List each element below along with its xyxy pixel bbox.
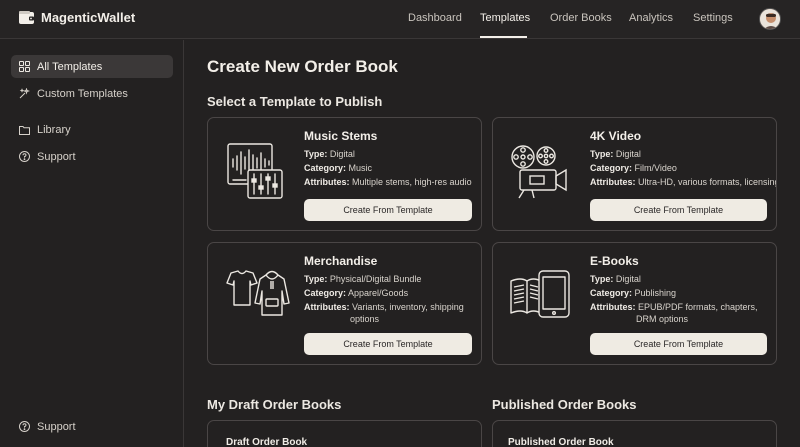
template-attributes: Attributes: Multiple stems, high-res aud… bbox=[304, 177, 472, 187]
nav-order-books[interactable]: Order Books bbox=[550, 12, 612, 24]
template-type: Type: Digital bbox=[590, 274, 641, 284]
template-card-4k-video: 4K Video Type: Digital Category: Film/Vi… bbox=[492, 117, 777, 231]
template-category: Category: Apparel/Goods bbox=[304, 288, 409, 298]
template-attributes: Attributes: EPUB/PDF formats, chapters, D… bbox=[590, 302, 758, 324]
folder-icon bbox=[19, 125, 30, 135]
template-attributes: Attributes: Variants, inventory, shippin… bbox=[304, 302, 464, 324]
sidebar-item-library[interactable]: Library bbox=[11, 118, 173, 141]
create-from-template-button[interactable]: Create From Template bbox=[304, 199, 472, 221]
sidebar-item-label: All Templates bbox=[37, 60, 103, 73]
template-card-e-books: E-Books Type: Digital Category: Publishi… bbox=[492, 242, 777, 365]
book-tablet-icon bbox=[509, 269, 575, 319]
sidebar-item-label: Custom Templates bbox=[37, 87, 128, 100]
help-icon bbox=[19, 151, 30, 162]
template-type: Type: Digital bbox=[304, 149, 355, 159]
create-from-template-button[interactable]: Create From Template bbox=[590, 199, 767, 221]
sidebar-item-label: Library bbox=[37, 123, 71, 136]
template-title: Music Stems bbox=[304, 129, 378, 143]
page-title: Create New Order Book bbox=[207, 57, 398, 76]
template-type: Type: Physical/Digital Bundle bbox=[304, 274, 422, 284]
create-from-template-button[interactable]: Create From Template bbox=[304, 333, 472, 355]
nav-active-indicator bbox=[480, 36, 527, 38]
sparkle-icon bbox=[19, 88, 30, 99]
sidebar-item-label: Support bbox=[37, 420, 76, 433]
brand[interactable]: MagenticWallet bbox=[18, 10, 135, 25]
sidebar: All Templates Custom Templates Library S… bbox=[0, 40, 184, 447]
nav-settings[interactable]: Settings bbox=[693, 12, 733, 24]
sidebar-item-all-templates[interactable]: All Templates bbox=[11, 55, 173, 78]
template-card-music-stems: Music Stems Type: Digital Category: Musi… bbox=[207, 117, 482, 231]
published-title: Published Order Book bbox=[508, 437, 614, 447]
nav-templates[interactable]: Templates bbox=[480, 12, 530, 24]
audio-mixer-icon bbox=[226, 142, 284, 200]
user-avatar[interactable] bbox=[759, 8, 781, 30]
published-section-title: Published Order Books bbox=[492, 397, 637, 412]
nav-analytics[interactable]: Analytics bbox=[629, 12, 673, 24]
apparel-icon bbox=[221, 269, 291, 319]
sidebar-item-support[interactable]: Support bbox=[11, 145, 173, 168]
template-category: Category: Music bbox=[304, 163, 373, 173]
nav-dashboard[interactable]: Dashboard bbox=[408, 12, 462, 24]
template-category: Category: Film/Video bbox=[590, 163, 677, 173]
sidebar-item-label: Support bbox=[37, 150, 76, 163]
sidebar-item-custom-templates[interactable]: Custom Templates bbox=[11, 82, 173, 105]
published-order-book-card[interactable]: Published Order Book bbox=[492, 420, 777, 447]
app-name: MagenticWallet bbox=[41, 10, 136, 25]
grid-icon bbox=[19, 61, 30, 72]
create-from-template-button[interactable]: Create From Template bbox=[590, 333, 767, 355]
top-bar: MagenticWallet Dashboard Templates Order… bbox=[0, 0, 800, 39]
template-attributes: Attributes: Ultra-HD, various formats, l… bbox=[590, 177, 777, 187]
wallet-icon bbox=[18, 10, 35, 25]
template-title: E-Books bbox=[590, 254, 639, 268]
draft-order-book-card[interactable]: Draft Order Book bbox=[207, 420, 482, 447]
template-card-merchandise: Merchandise Type: Physical/Digital Bundl… bbox=[207, 242, 482, 365]
section-title: Select a Template to Publish bbox=[207, 94, 383, 109]
film-camera-icon bbox=[510, 142, 574, 200]
template-type: Type: Digital bbox=[590, 149, 641, 159]
template-category: Category: Publishing bbox=[590, 288, 677, 298]
draft-title: Draft Order Book bbox=[226, 437, 308, 447]
template-title: 4K Video bbox=[590, 129, 642, 143]
help-icon bbox=[19, 421, 30, 432]
drafts-section-title: My Draft Order Books bbox=[207, 397, 342, 412]
sidebar-footer-support[interactable]: Support bbox=[11, 415, 173, 438]
template-title: Merchandise bbox=[304, 254, 378, 268]
